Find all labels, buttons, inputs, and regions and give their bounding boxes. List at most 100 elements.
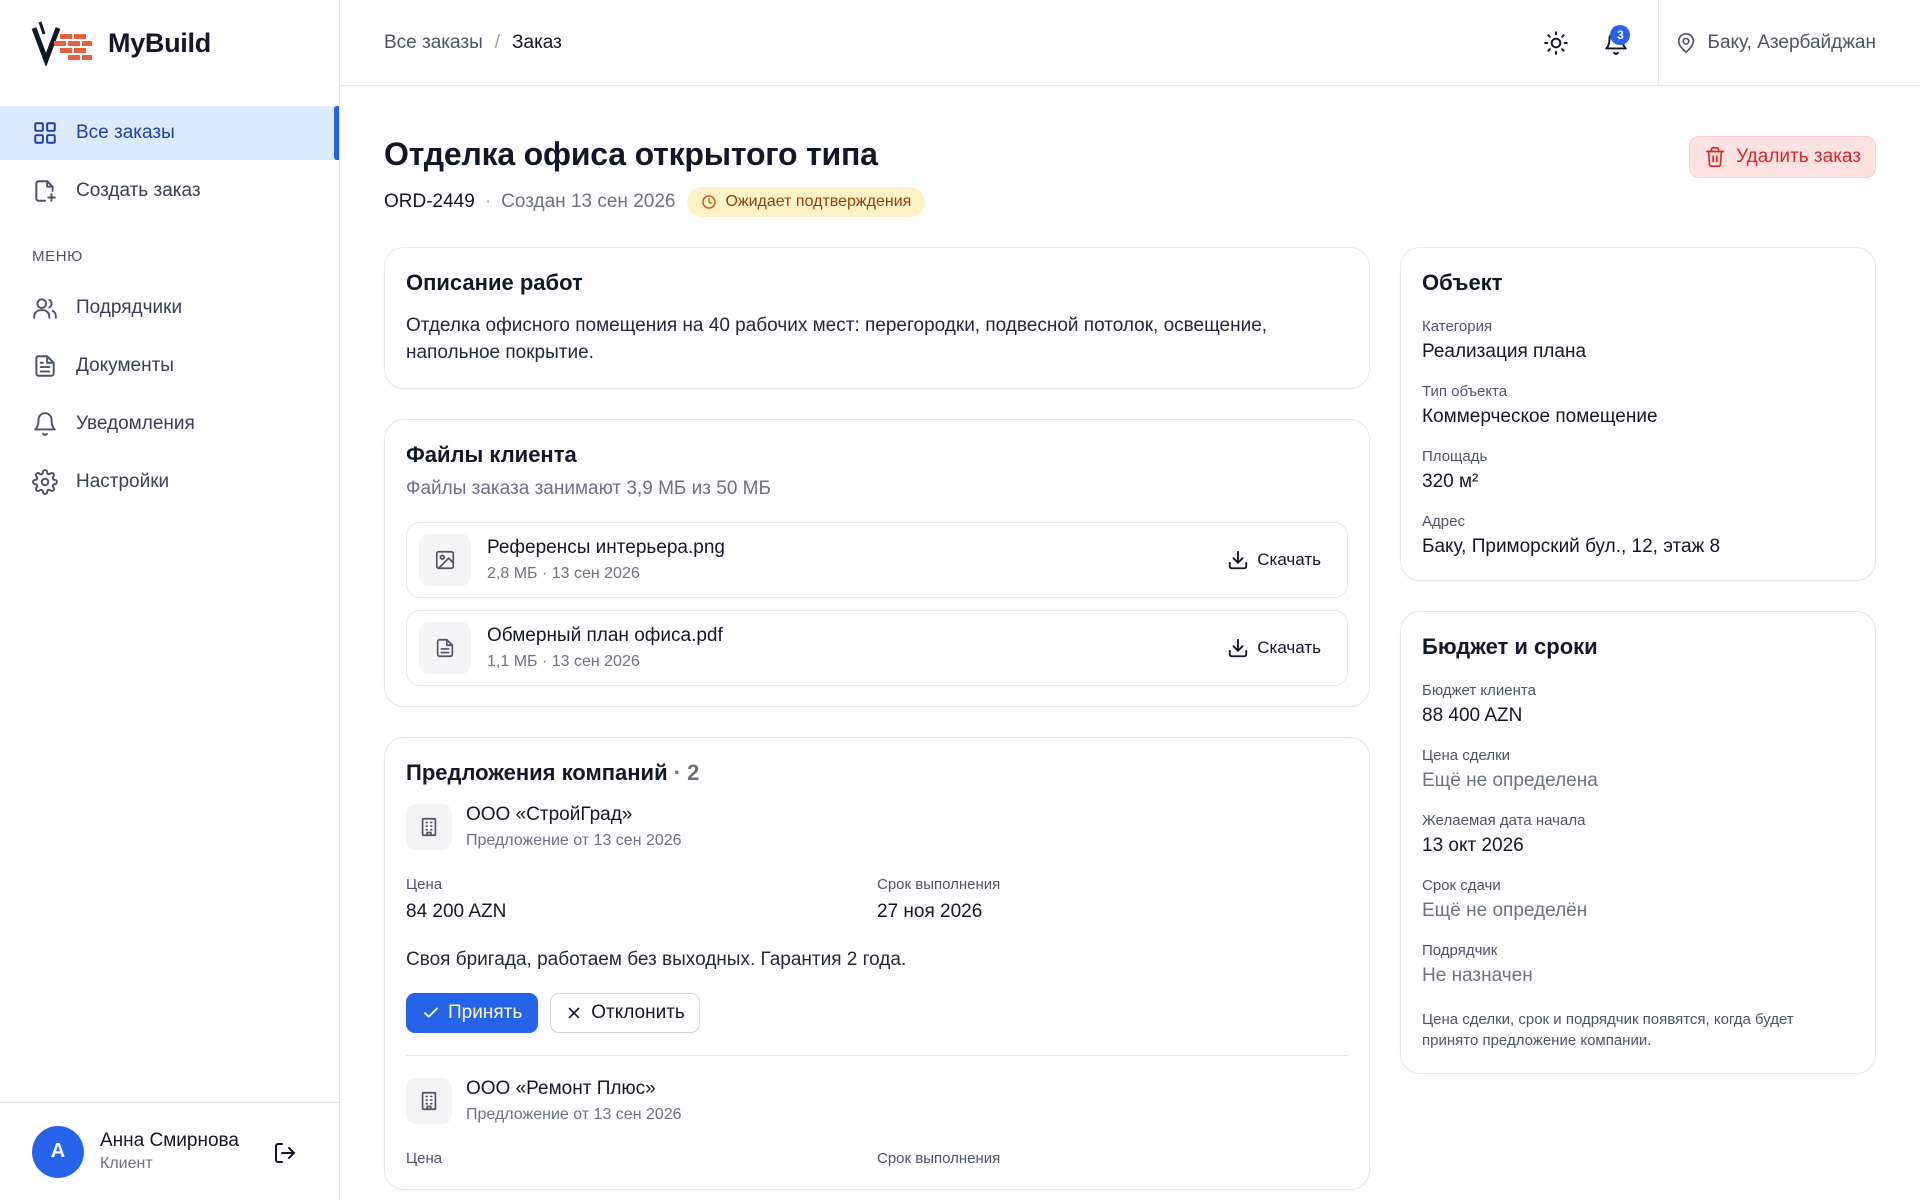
users-icon bbox=[33, 298, 57, 319]
right-column: Объект Категория Реализация плана Тип об… bbox=[1400, 247, 1876, 1200]
company-name: ООО «СтройГрад» bbox=[466, 804, 633, 825]
object-field: Площадь 320 м² bbox=[1422, 448, 1854, 493]
brand-name: MyBuild bbox=[108, 27, 211, 58]
budget-field: Бюджет клиента 88 400 AZN bbox=[1422, 682, 1854, 727]
term-label: Срок выполнения bbox=[877, 876, 1001, 893]
budget-field: Срок сдачи Ещё не определён bbox=[1422, 877, 1854, 922]
breadcrumb-separator: / bbox=[494, 31, 501, 53]
field-label: Категория bbox=[1422, 318, 1493, 335]
field-label: Подрядчик bbox=[1422, 942, 1498, 959]
file-name: Референсы интерьера.png bbox=[487, 537, 725, 558]
user-name: Анна Смирнова bbox=[100, 1130, 239, 1151]
sidebar-item-label: Создать заказ bbox=[76, 180, 201, 201]
budget-title: Бюджет и сроки bbox=[1422, 634, 1598, 659]
location-selector[interactable]: Баку, Азербайджан bbox=[1675, 32, 1876, 54]
logo-mark-icon bbox=[31, 21, 92, 66]
order-id: ORD-2449 bbox=[384, 191, 475, 212]
trash-icon bbox=[1706, 147, 1725, 167]
clock-icon bbox=[702, 195, 717, 209]
delete-order-button[interactable]: Удалить заказ bbox=[1689, 136, 1876, 178]
gear-icon bbox=[32, 469, 58, 495]
field-value: Ещё не определён bbox=[1422, 900, 1588, 921]
description-card: Описание работ Отделка офисного помещени… bbox=[384, 247, 1370, 389]
brand-logo[interactable]: MyBuild bbox=[0, 0, 339, 86]
offer-details: Цена Срок выполнения bbox=[406, 1150, 1348, 1167]
topbar-divider bbox=[1658, 0, 1660, 86]
file-name: Обмерный план офиса.pdf bbox=[487, 625, 723, 646]
field-label: Желаемая дата начала bbox=[1422, 812, 1586, 829]
sidebar-item-create-order[interactable]: Создать заказ bbox=[0, 164, 339, 218]
sidebar-item-label: Все заказы bbox=[76, 122, 175, 143]
check-icon bbox=[424, 1007, 438, 1018]
offer-details: Цена 84 200 AZN Срок выполнения 27 ноя 2… bbox=[406, 876, 1348, 923]
company-name: ООО «Ремонт Плюс» bbox=[466, 1078, 656, 1099]
offers-title: Предложения компаний · 2 bbox=[406, 760, 1348, 786]
file-item: Референсы интерьера.png 2,8 МБ · 13 сен … bbox=[406, 522, 1348, 598]
object-field: Категория Реализация плана bbox=[1422, 318, 1854, 363]
offer-price: 84 200 AZN bbox=[406, 901, 507, 922]
sidebar-item-documents[interactable]: Документы bbox=[0, 339, 339, 393]
field-value: Не назначен bbox=[1422, 965, 1533, 986]
left-column: Описание работ Отделка офисного помещени… bbox=[384, 247, 1370, 1200]
field-label: Цена сделки bbox=[1422, 747, 1511, 764]
object-card: Объект Категория Реализация плана Тип об… bbox=[1400, 247, 1876, 581]
sidebar: MyBuild Все заказы Создать заказ МЕНЮ По… bbox=[0, 0, 340, 1200]
offer-term: 27 ноя 2026 bbox=[877, 901, 983, 922]
order-created-date: Создан 13 сен 2026 bbox=[501, 191, 676, 212]
field-label: Тип объекта bbox=[1422, 383, 1508, 400]
image-icon bbox=[435, 550, 455, 570]
sidebar-item-settings[interactable]: Настройки bbox=[0, 455, 339, 509]
sidebar-item-notifications[interactable]: Уведомления bbox=[0, 397, 339, 451]
page-title: Отделка офиса открытого типа bbox=[384, 136, 878, 172]
building-icon bbox=[421, 1091, 437, 1111]
budget-field: Желаемая дата начала 13 окт 2026 bbox=[1422, 812, 1854, 857]
sidebar-item-contractors[interactable]: Подрядчики bbox=[0, 281, 339, 335]
file-meta: 1,1 МБ · 13 сен 2026 bbox=[487, 653, 640, 670]
field-label: Площадь bbox=[1422, 448, 1488, 465]
term-label: Срок выполнения bbox=[877, 1150, 1001, 1167]
avatar[interactable]: А bbox=[32, 1125, 84, 1178]
meta-separator: · bbox=[484, 191, 492, 212]
accept-offer-button[interactable]: Принять bbox=[406, 993, 539, 1033]
delete-order-label: Удалить заказ bbox=[1736, 146, 1861, 167]
file-plus-icon bbox=[35, 180, 56, 202]
download-label: Скачать bbox=[1257, 550, 1321, 569]
order-header: Отделка офиса открытого типа ORD-2449 · … bbox=[384, 130, 1876, 217]
file-type-badge bbox=[419, 622, 471, 674]
order-columns: Описание работ Отделка офисного помещени… bbox=[384, 247, 1876, 1200]
reject-offer-button[interactable]: Отклонить bbox=[550, 993, 700, 1033]
download-button[interactable]: Скачать bbox=[1227, 549, 1335, 571]
offer-actions: Принять Отклонить bbox=[406, 993, 1348, 1033]
file-item: Обмерный план офиса.pdf 1,1 МБ · 13 сен … bbox=[406, 610, 1348, 686]
topbar: Все заказы / Заказ 3 Баку, Азербайджан bbox=[340, 0, 1920, 86]
file-type-badge bbox=[419, 534, 471, 586]
download-button[interactable]: Скачать bbox=[1227, 637, 1335, 659]
logout-icon[interactable] bbox=[273, 1141, 297, 1165]
document-icon bbox=[35, 355, 55, 377]
menu-section-label: МЕНЮ bbox=[32, 248, 83, 265]
description-text: Отделка офисного помещения на 40 рабочих… bbox=[406, 315, 1268, 363]
download-label: Скачать bbox=[1257, 638, 1321, 657]
bell-icon bbox=[34, 412, 56, 436]
order-meta: ORD-2449 · Создан 13 сен 2026 Ожидает по… bbox=[384, 187, 926, 217]
breadcrumb-all-orders[interactable]: Все заказы bbox=[384, 32, 483, 54]
reject-label: Отклонить bbox=[591, 1002, 685, 1023]
field-value: 88 400 AZN bbox=[1422, 705, 1523, 726]
user-profile: А Анна Смирнова Клиент bbox=[0, 1102, 339, 1200]
price-label: Цена bbox=[406, 876, 443, 893]
budget-field: Подрядчик Не назначен bbox=[1422, 942, 1854, 987]
sidebar-item-label: Настройки bbox=[76, 471, 170, 492]
theme-toggle-button[interactable] bbox=[1536, 23, 1576, 63]
offers-title-text: Предложения компаний bbox=[406, 760, 668, 785]
field-value: Ещё не определена bbox=[1422, 770, 1598, 791]
close-icon bbox=[568, 1007, 580, 1019]
sidebar-item-all-orders[interactable]: Все заказы bbox=[0, 106, 339, 160]
company-badge bbox=[406, 1078, 452, 1124]
document-icon bbox=[436, 638, 454, 658]
field-label: Срок сдачи bbox=[1422, 877, 1501, 894]
sidebar-item-label: Подрядчики bbox=[76, 297, 183, 318]
description-title: Описание работ bbox=[406, 270, 583, 295]
notifications-button[interactable]: 3 bbox=[1596, 23, 1636, 63]
status-label: Ожидает подтверждения bbox=[725, 193, 912, 210]
offer-date: Предложение от 13 сен 2026 bbox=[466, 1106, 682, 1123]
